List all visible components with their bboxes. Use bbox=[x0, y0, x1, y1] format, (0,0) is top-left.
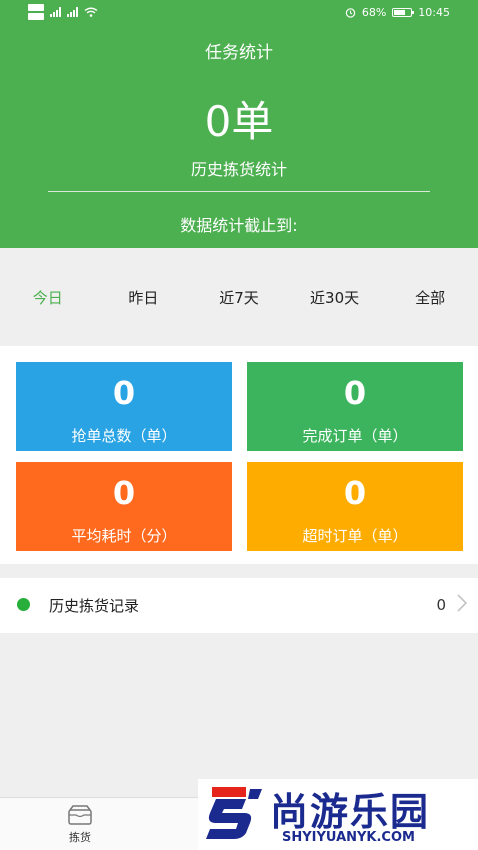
card-label: 抢单总数（单） bbox=[71, 427, 177, 445]
order-count: 0单 bbox=[204, 97, 274, 146]
hd-label-1 bbox=[28, 4, 44, 11]
card-average-time: 0 平均耗时（分） bbox=[16, 462, 232, 551]
status-bar: 68% 10:45 bbox=[0, 0, 478, 26]
status-dot-icon bbox=[17, 598, 30, 611]
history-subtitle: 历史拣货统计 bbox=[190, 160, 287, 179]
history-record-label: 历史拣货记录 bbox=[49, 597, 140, 615]
tab-last-30-days[interactable]: 近30天 bbox=[287, 278, 383, 318]
signal-icon bbox=[50, 7, 61, 17]
tab-yesterday[interactable]: 昨日 bbox=[96, 278, 192, 318]
card-label: 超时订单（单） bbox=[302, 527, 408, 545]
hd-label-2 bbox=[28, 13, 44, 20]
signal-2-icon bbox=[67, 7, 78, 17]
hd-badge-icon bbox=[28, 4, 44, 20]
card-value: 0 bbox=[112, 374, 136, 412]
brand-logo-icon bbox=[206, 787, 262, 839]
watermark-url: SHYIYUANYK.COM bbox=[282, 830, 415, 845]
alarm-icon bbox=[345, 8, 356, 18]
nav-label-picking: 拣货 bbox=[69, 831, 91, 844]
card-value: 0 bbox=[343, 474, 367, 512]
history-record-row[interactable]: 历史拣货记录 0 bbox=[0, 578, 478, 633]
clock-time: 10:45 bbox=[418, 6, 450, 19]
wifi-icon bbox=[84, 7, 98, 17]
page-title: 任务统计 bbox=[205, 43, 273, 63]
site-watermark: 尚游乐园 SHYIYUANYK.COM bbox=[198, 779, 478, 850]
stats-grid: 0 抢单总数（单） 0 完成订单（单） 0 平均耗时（分） 0 超时订单（单） bbox=[0, 346, 478, 564]
card-label: 完成订单（单） bbox=[302, 427, 408, 445]
battery-percent: 68% bbox=[361, 6, 387, 19]
tab-all[interactable]: 全部 bbox=[382, 278, 478, 318]
card-label: 平均耗时（分） bbox=[71, 527, 177, 545]
battery-fill bbox=[394, 10, 406, 15]
card-overdue-orders: 0 超时订单（单） bbox=[247, 462, 463, 551]
nav-item-picking[interactable]: 拣货 bbox=[58, 804, 102, 846]
header-divider bbox=[48, 191, 430, 192]
inbox-icon bbox=[68, 805, 92, 825]
battery-icon bbox=[392, 8, 415, 17]
cutoff-label: 数据统计截止到: bbox=[180, 216, 298, 235]
card-value: 0 bbox=[343, 374, 367, 412]
status-right: 68% 10:45 bbox=[345, 6, 450, 19]
stats-header: 68% 10:45 任务统计 0单 历史拣货统计 数据统计截止到: bbox=[0, 0, 478, 248]
card-completed-orders: 0 完成订单（单） bbox=[247, 362, 463, 451]
tab-last-7-days[interactable]: 近7天 bbox=[191, 278, 287, 318]
tab-today[interactable]: 今日 bbox=[0, 278, 96, 318]
status-left bbox=[28, 4, 98, 20]
watermark-text: 尚游乐园 bbox=[270, 790, 431, 834]
chevron-right-icon bbox=[457, 594, 468, 612]
card-grabbed-orders: 0 抢单总数（单） bbox=[16, 362, 232, 451]
period-tabs: 今日 昨日 近7天 近30天 全部 bbox=[0, 278, 478, 318]
card-value: 0 bbox=[112, 474, 136, 512]
history-record-count: 0 bbox=[436, 596, 446, 614]
